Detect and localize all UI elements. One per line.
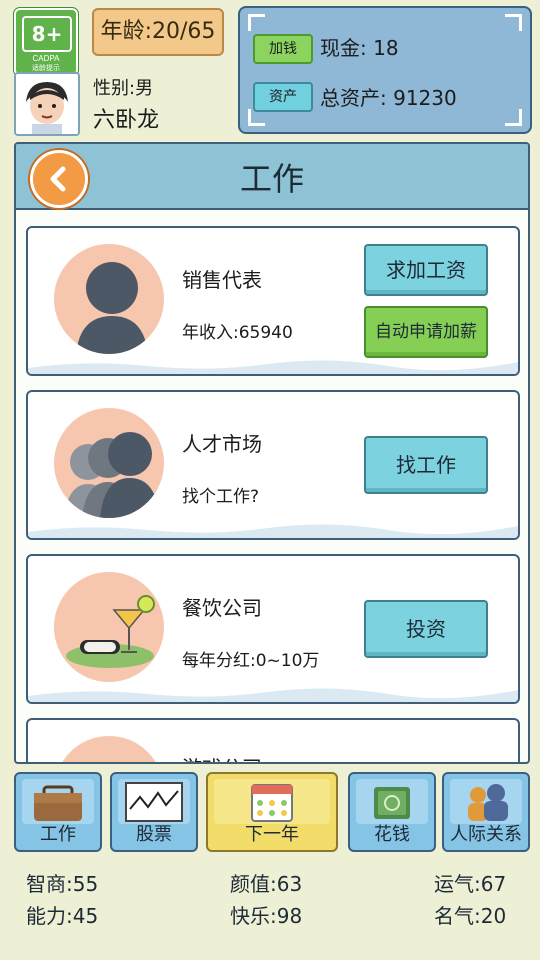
wave-decoration <box>28 688 518 702</box>
money-icon <box>374 787 410 819</box>
wave-decoration <box>28 360 518 374</box>
stat-luck: 运气:67 <box>434 872 507 896</box>
nav-spend[interactable]: 花钱 <box>348 772 436 852</box>
stat-happiness: 快乐:98 <box>230 904 303 928</box>
cocktail-sushi-icon <box>54 572 164 682</box>
job-card-sales: 销售代表 年收入:65940 求加工资 自动申请加薪 <box>26 226 520 376</box>
stock-chart-icon <box>125 782 183 822</box>
nav-next-year[interactable]: 下一年 <box>206 772 338 852</box>
add-money-button[interactable]: 加钱 <box>253 34 313 64</box>
nav-stocks[interactable]: 股票 <box>110 772 198 852</box>
work-panel-header: 工作 <box>16 144 528 210</box>
stat-fame: 名气:20 <box>434 904 507 928</box>
page-title: 工作 <box>239 160 304 198</box>
job-title: 人才市场 <box>182 432 262 456</box>
invest-button[interactable]: 投资 <box>364 600 488 658</box>
stat-ability: 能力:45 <box>26 904 99 928</box>
nav-stocks-label: 股票 <box>136 824 172 845</box>
job-card-game-company: 游戏公司 <box>26 718 520 762</box>
player-avatar[interactable] <box>14 72 80 136</box>
cash-value: 现金: 18 <box>320 36 399 60</box>
age-rating-badge: 8+ CADPA 适龄提示 <box>14 8 78 76</box>
company-title: 游戏公司 <box>182 752 262 762</box>
nav-spend-label: 花钱 <box>374 824 410 845</box>
job-title: 销售代表 <box>182 268 262 292</box>
ask-raise-button[interactable]: 求加工资 <box>364 244 488 296</box>
people-silhouette-icon <box>54 408 164 518</box>
assets-button[interactable]: 资产 <box>253 82 313 112</box>
company-title: 餐饮公司 <box>182 596 262 620</box>
job-hint: 找个工作? <box>182 487 260 507</box>
gender-label: 性别:男 <box>93 78 154 99</box>
briefcase-icon <box>34 785 82 821</box>
total-assets-value: 总资产: 91230 <box>320 86 457 110</box>
people-icon <box>468 784 508 821</box>
avatar-face-icon <box>16 74 78 134</box>
nav-work[interactable]: 工作 <box>14 772 102 852</box>
player-name: 六卧龙 <box>93 108 160 133</box>
age-indicator: 年龄:20/65 <box>92 8 224 56</box>
auto-raise-button[interactable]: 自动申请加薪 <box>364 306 488 358</box>
age-rating-label: 8+ <box>22 16 72 52</box>
person-silhouette-icon <box>54 244 164 354</box>
company-logo-icon <box>54 736 164 762</box>
work-panel: 工作 销售代表 年收入:65940 求加工资 自动申请加薪 人才市场 找个工作?… <box>14 142 530 764</box>
annual-income: 年收入:65940 <box>182 323 293 343</box>
dividend-info: 每年分红:0~10万 <box>182 651 320 671</box>
nav-relationships-label: 人际关系 <box>450 824 522 845</box>
nav-next-year-label: 下一年 <box>245 824 299 845</box>
nav-relationships[interactable]: 人际关系 <box>442 772 530 852</box>
job-card-restaurant: 餐饮公司 每年分红:0~10万 投资 <box>26 554 520 704</box>
finance-panel <box>238 6 532 134</box>
calendar-icon <box>251 784 293 822</box>
stat-looks: 颜值:63 <box>230 872 303 896</box>
wave-decoration <box>28 524 518 538</box>
find-job-button[interactable]: 找工作 <box>364 436 488 494</box>
job-card-talent-market: 人才市场 找个工作? 找工作 <box>26 390 520 540</box>
rating-org-label: CADPA <box>32 54 60 63</box>
nav-work-label: 工作 <box>40 824 76 845</box>
stat-iq: 智商:55 <box>26 872 99 896</box>
